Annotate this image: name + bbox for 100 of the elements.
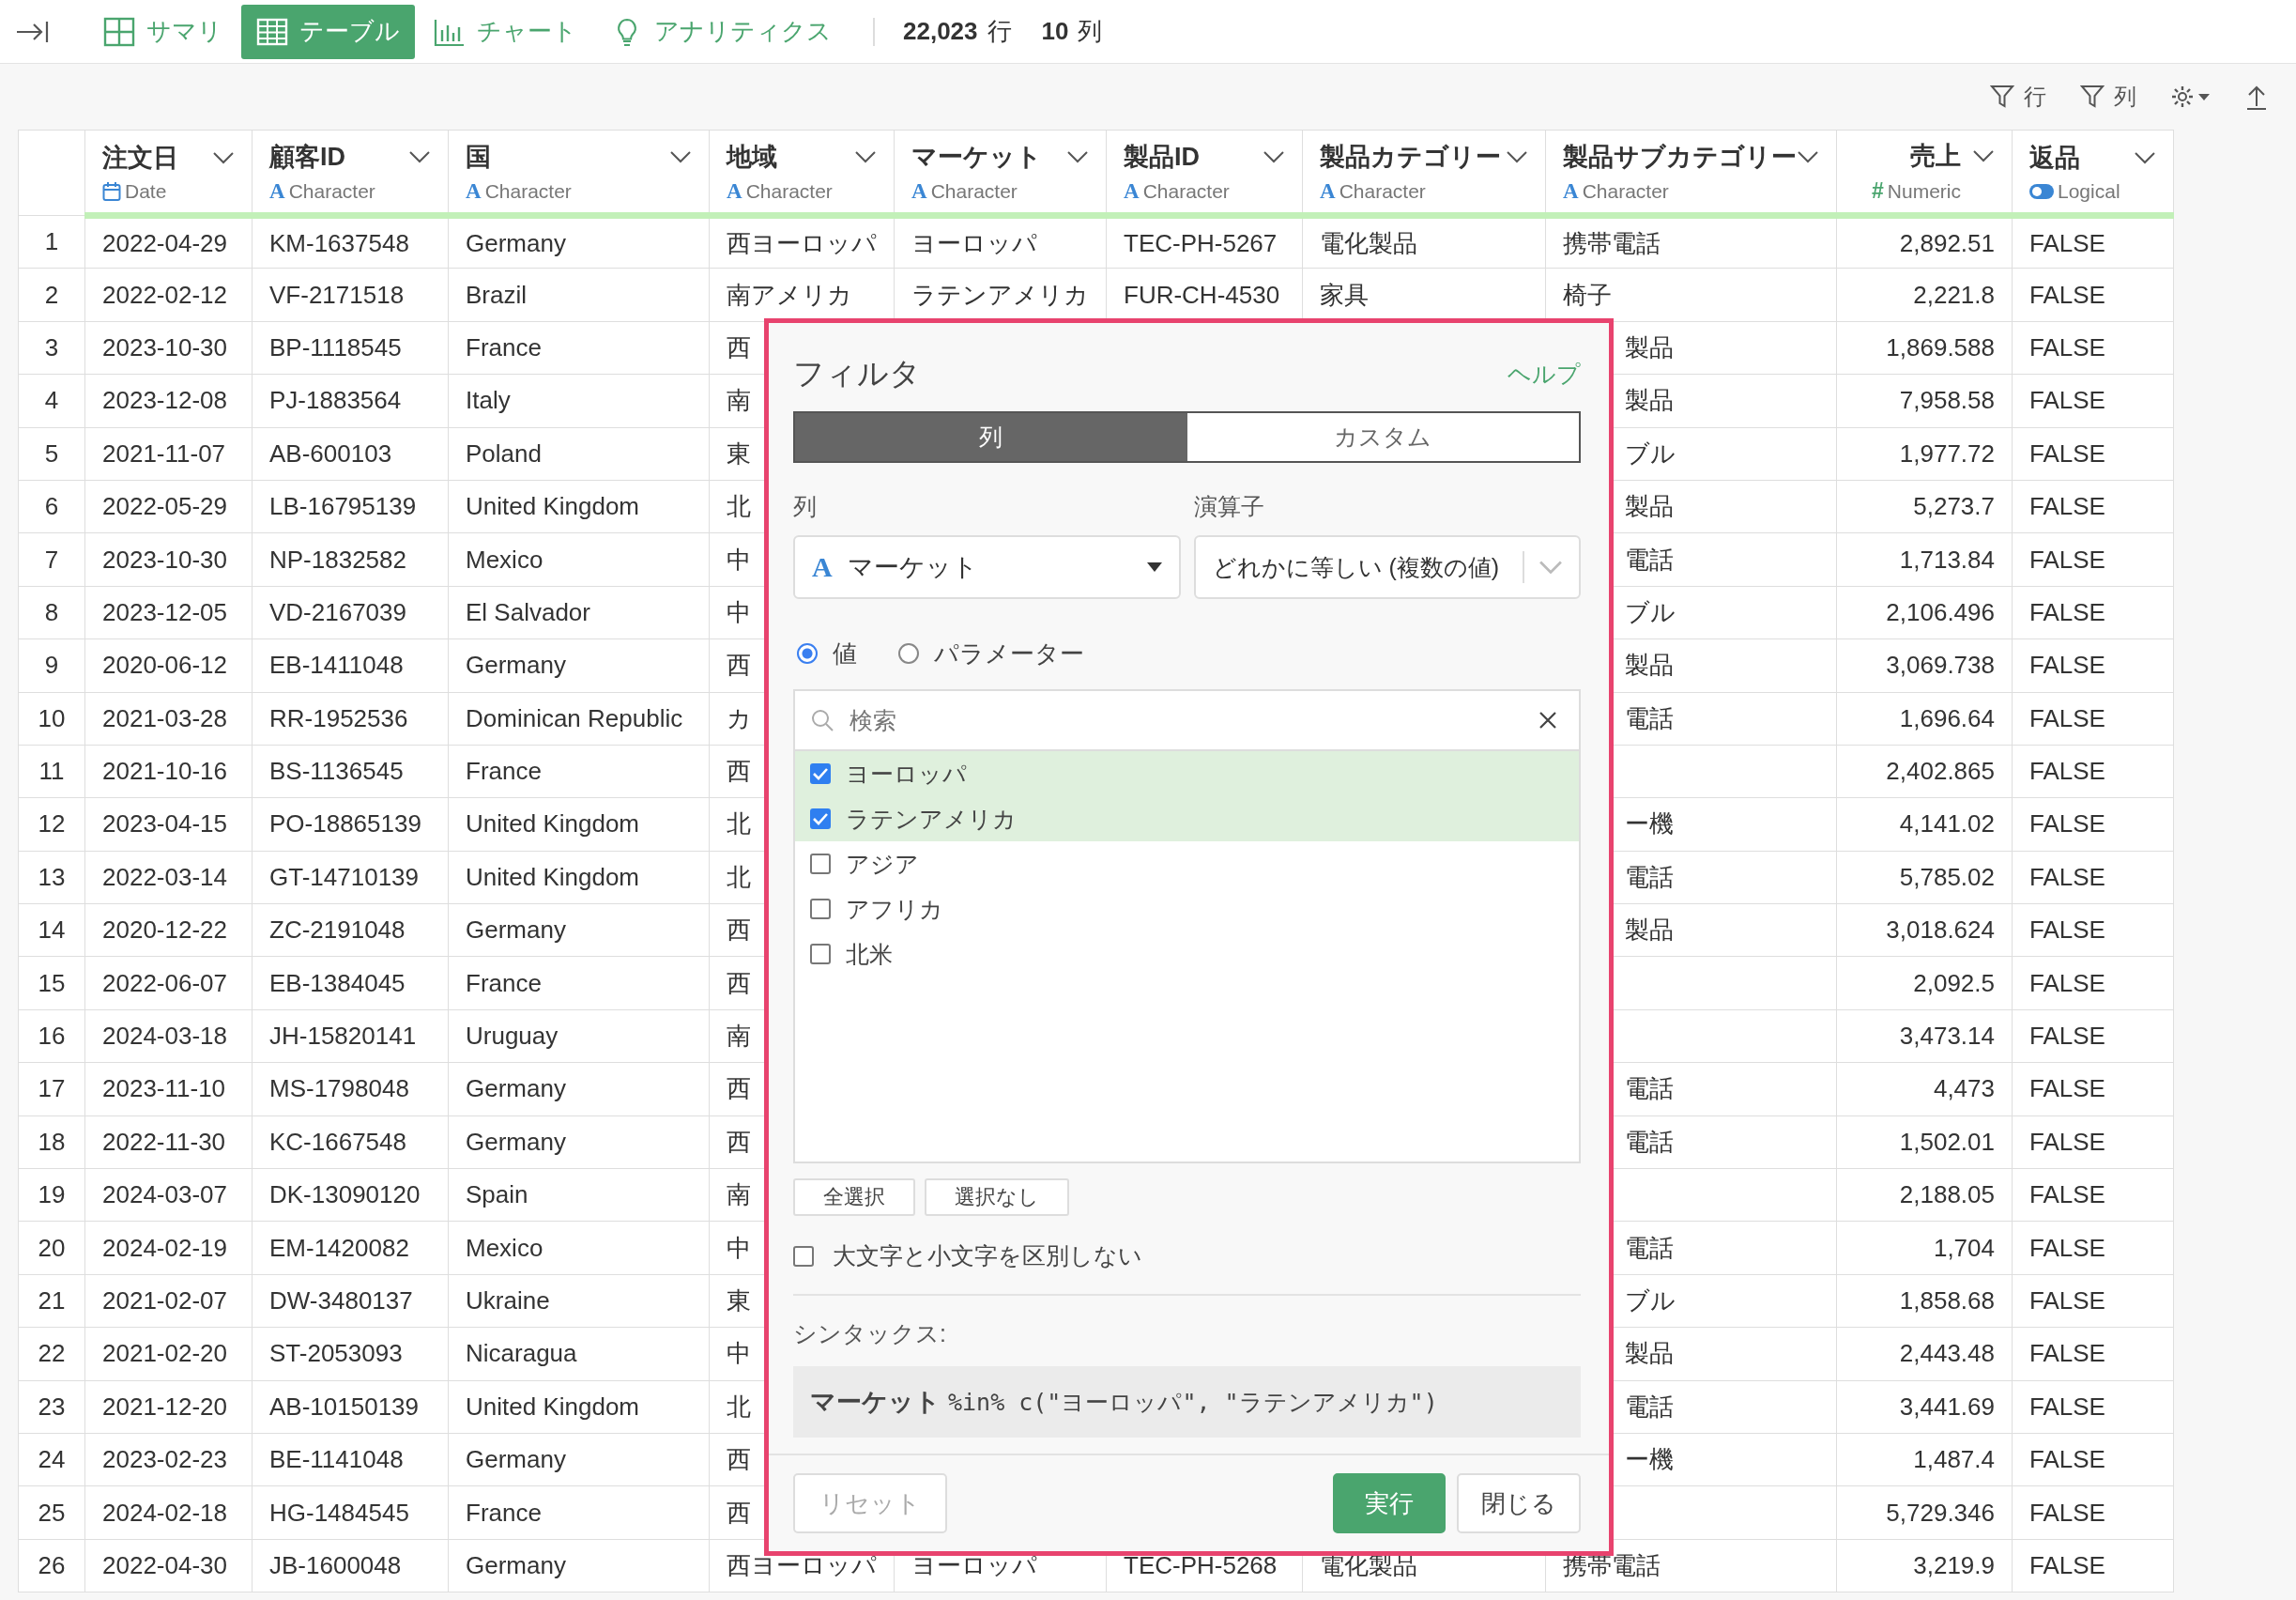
chevron-down-icon[interactable] <box>1263 149 1285 163</box>
table-cell: DK-13090120 <box>269 1180 421 1209</box>
table-cell: 2024-02-19 <box>102 1233 227 1262</box>
row-number: 15 <box>18 956 85 1010</box>
table-cell: FALSE <box>2029 492 2105 521</box>
table-cell: 西 <box>727 651 751 680</box>
table-cell: 3,069.738 <box>1886 651 1995 680</box>
type-icon: A <box>269 178 285 204</box>
value-option[interactable]: 北米 <box>846 938 893 970</box>
row-number: 21 <box>18 1274 85 1328</box>
radio-option[interactable]: パラメーター <box>895 637 1084 670</box>
table-cell: 家具 <box>1320 280 1369 309</box>
table-cell: ヨーロッパ <box>911 1550 1037 1579</box>
table-cell: MS-1798048 <box>269 1074 409 1103</box>
table-cell: 2022-05-29 <box>102 492 227 521</box>
chevron-down-icon[interactable] <box>408 149 431 163</box>
table-cell: TEC-PH-5268 <box>1124 1550 1278 1579</box>
checkbox-label[interactable]: 大文字と小文字を区別しない <box>833 1240 1142 1271</box>
row-number: 2 <box>18 268 85 322</box>
column-header: 売上 <box>1910 141 1961 172</box>
checkbox[interactable] <box>810 944 831 964</box>
chevron-down-icon[interactable] <box>2134 150 2156 164</box>
table-cell: BP-1118545 <box>269 332 402 362</box>
column-type: Character <box>484 179 572 203</box>
table-cell: VD-2167039 <box>269 597 406 626</box>
table-cell: United Kingdom <box>466 1392 639 1421</box>
filter-button[interactable]: 列 <box>2080 82 2136 112</box>
value-option[interactable]: ヨーロッパ <box>846 758 967 790</box>
table-cell: FALSE <box>2029 332 2105 362</box>
row-number: 19 <box>18 1168 85 1222</box>
value-option[interactable]: アジア <box>846 848 919 880</box>
search-field[interactable]: 検索 <box>848 705 1523 735</box>
table-cell: France <box>466 757 542 786</box>
checkbox[interactable] <box>810 899 831 919</box>
row-number: 20 <box>18 1221 85 1275</box>
chevron-down-icon[interactable] <box>1797 149 1819 163</box>
type-icon: A <box>1124 178 1140 204</box>
table-cell: 中 <box>727 1339 751 1368</box>
upload-icon[interactable] <box>2245 84 2268 110</box>
chevron-down-icon[interactable] <box>1972 149 1995 162</box>
table-cell: 5,785.02 <box>1899 862 1995 891</box>
table-cell: 電話 <box>1625 1127 1674 1156</box>
chevron-down-icon[interactable] <box>1066 149 1089 163</box>
select-all-button[interactable]: 全選択 <box>793 1178 915 1216</box>
count-unit: 列 <box>1078 16 1103 47</box>
table-cell: VF-2171518 <box>269 280 405 309</box>
table-cell: FALSE <box>2029 1022 2105 1051</box>
type-icon: A <box>727 178 742 204</box>
checkbox[interactable] <box>810 854 831 874</box>
table-cell: 2023-11-10 <box>102 1074 226 1103</box>
table-cell: EB-1384045 <box>269 968 406 997</box>
select-none-button[interactable]: 選択なし <box>925 1178 1069 1216</box>
radio-option[interactable]: 値 <box>793 637 857 670</box>
value-option[interactable]: ラテンアメリカ <box>846 803 1017 835</box>
row-number: 26 <box>18 1539 85 1592</box>
value-option[interactable]: アフリカ <box>846 893 943 925</box>
chevron-down-icon[interactable] <box>212 150 235 164</box>
table-cell: FALSE <box>2029 1286 2105 1315</box>
column-header: 注文日 <box>102 142 178 174</box>
table-cell: RR-1952536 <box>269 703 408 732</box>
tab[interactable]: カスタム <box>1186 413 1579 461</box>
checkbox[interactable] <box>810 808 831 829</box>
table-cell: 5,273.7 <box>1913 492 1995 521</box>
table-cell: 3,018.624 <box>1886 915 1995 945</box>
column-select[interactable]: A マーケット <box>793 535 1181 599</box>
table-cell: カ <box>727 703 752 732</box>
table-cell: FALSE <box>2029 862 2105 891</box>
settings-button[interactable] <box>2170 85 2212 109</box>
table-cell: LB-16795139 <box>269 492 417 521</box>
table-cell: 南 <box>727 1022 751 1051</box>
operator-select[interactable]: どれかに等しい (複数の値) <box>1193 535 1581 599</box>
table-cell: Germany <box>466 651 566 680</box>
table-cell: 2022-03-14 <box>102 862 227 891</box>
chevron-down-icon[interactable] <box>854 149 877 163</box>
table-cell: 1,502.01 <box>1899 1127 1995 1156</box>
table-cell: 西 <box>727 757 751 786</box>
close-button[interactable]: 閉じる <box>1457 1473 1581 1533</box>
filter-button[interactable]: 行 <box>1990 82 2046 112</box>
table-cell: Brazil <box>466 280 527 309</box>
table-cell: AB-600103 <box>269 438 392 468</box>
chevron-down-icon[interactable] <box>669 149 692 163</box>
table-cell: FALSE <box>2029 438 2105 468</box>
type-icon: A <box>466 178 482 204</box>
column-type: Character <box>930 179 1018 203</box>
table-cell: 3,219.9 <box>1913 1550 1995 1579</box>
row-number: 3 <box>18 321 85 375</box>
table-cell: 2023-12-08 <box>102 386 227 415</box>
table-cell: 西 <box>727 1498 751 1527</box>
table-cell: 北 <box>727 862 751 891</box>
tab[interactable]: 列 <box>795 413 1187 461</box>
table-cell: Germany <box>466 1074 566 1103</box>
table-cell: FALSE <box>2029 703 2105 732</box>
table-cell: ブル <box>1625 1286 1676 1315</box>
table-cell: Nicaragua <box>466 1339 577 1368</box>
checkbox[interactable] <box>793 1245 814 1267</box>
caret-icon <box>1146 562 1162 572</box>
table-cell: 西 <box>727 915 751 945</box>
table-cell: 製品 <box>1625 386 1674 415</box>
chevron-down-icon[interactable] <box>1506 149 1528 163</box>
checkbox[interactable] <box>810 763 831 784</box>
